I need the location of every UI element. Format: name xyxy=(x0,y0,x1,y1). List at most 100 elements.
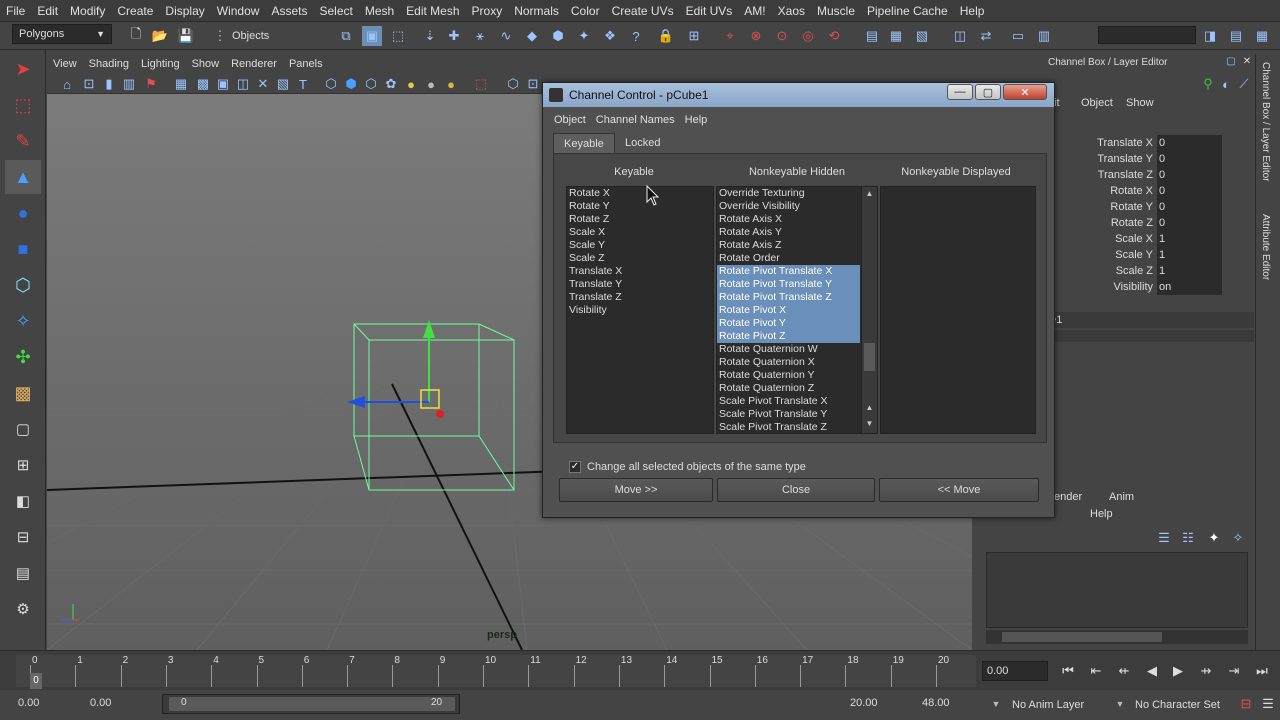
dialog-menu-channel-names[interactable]: Channel Names xyxy=(591,114,680,126)
list-item[interactable]: Scale X xyxy=(567,226,713,239)
anim-layer-label[interactable]: No Anim Layer xyxy=(1012,699,1084,711)
move-manipulator-x[interactable] xyxy=(436,410,444,418)
viewport-menu-show[interactable]: Show xyxy=(186,58,226,70)
list-item[interactable]: Translate Y xyxy=(567,278,713,291)
dialog-menu-object[interactable]: Object xyxy=(549,114,591,126)
time-ruler[interactable]: 0 1 2 3 4 5 6 7 8 9 10 11 12 13 14 15 16 17 18 19 20 0 xyxy=(16,655,976,689)
channel-value[interactable]: 0 xyxy=(1157,199,1222,215)
wireframe-icon[interactable]: ▦ xyxy=(171,74,191,94)
list-item[interactable]: Rotate X xyxy=(567,187,713,200)
channel-box-menu-object[interactable]: Object xyxy=(1081,97,1113,109)
tab-locked[interactable]: Locked xyxy=(615,133,670,153)
channel-value[interactable]: on xyxy=(1157,279,1222,295)
auto-key-icon[interactable]: ⊟ xyxy=(1236,694,1256,714)
hud-icon[interactable]: T xyxy=(293,74,313,94)
menu-help[interactable]: Help xyxy=(954,4,991,18)
channel-box-toggle-icon[interactable]: ▦ xyxy=(1252,26,1272,46)
layer-help-icon[interactable]: ✧ xyxy=(1228,528,1248,548)
range-slider[interactable]: 0 20 xyxy=(162,694,460,714)
channel-box-menu-show[interactable]: Show xyxy=(1126,97,1154,109)
layer-menu-help[interactable]: Help xyxy=(1090,508,1113,520)
wireframe-on-shaded-icon[interactable]: ▣ xyxy=(213,74,233,94)
camera-icon[interactable]: ⌂ xyxy=(57,74,77,94)
channel-row[interactable]: Translate Z0 xyxy=(1032,167,1222,183)
list-item[interactable]: Rotate Quaternion X xyxy=(717,356,860,369)
viewport-menu-shading[interactable]: Shading xyxy=(83,58,135,70)
shadows-icon[interactable]: ▧ xyxy=(273,74,293,94)
list-item[interactable]: Translate Z xyxy=(567,291,713,304)
snap-point-icon[interactable]: ⊗ xyxy=(746,26,766,46)
menu-modify[interactable]: Modify xyxy=(64,4,111,18)
viewport-menu-renderer[interactable]: Renderer xyxy=(225,58,283,70)
layer-icon[interactable]: ⟋ xyxy=(1234,74,1254,94)
menu-color[interactable]: Color xyxy=(565,4,606,18)
menuset-dropdown[interactable]: Polygons ▼ xyxy=(12,24,112,44)
new-layer-icon[interactable]: ☰ xyxy=(1154,528,1174,548)
menu-am-[interactable]: AM! xyxy=(738,4,771,18)
list-item[interactable]: Rotate Order xyxy=(717,252,860,265)
list-item[interactable]: Visibility xyxy=(567,304,713,317)
resolution-gate-icon[interactable]: ⬡ xyxy=(503,74,523,94)
play-forward-icon[interactable]: ▶ xyxy=(1168,661,1188,681)
list-item[interactable]: Rotate Z xyxy=(567,213,713,226)
channel-value[interactable]: 0 xyxy=(1157,183,1222,199)
current-frame-field[interactable]: 0.00 xyxy=(982,661,1048,681)
move-left-button[interactable]: << Move xyxy=(879,478,1039,502)
new-scene-icon[interactable]: 🗋 xyxy=(126,26,146,46)
channel-row[interactable]: Rotate X0 xyxy=(1032,183,1222,199)
chevron-down-icon[interactable]: ▼ xyxy=(986,694,1006,714)
quick-select-input[interactable] xyxy=(1098,26,1196,44)
list-item[interactable]: Rotate Pivot X xyxy=(717,304,860,317)
key-icon[interactable]: ⚲ xyxy=(1198,74,1218,94)
rotate-tool-icon[interactable]: ● xyxy=(5,196,41,230)
tab-attribute-editor[interactable]: Attribute Editor xyxy=(1260,214,1271,280)
lasso-tool-icon[interactable]: ⬚ xyxy=(5,88,41,122)
menu-display[interactable]: Display xyxy=(159,4,210,18)
tool-settings-icon[interactable]: ⚙ xyxy=(5,592,41,626)
deformation-icon[interactable]: ⬢ xyxy=(548,26,568,46)
default-light-icon[interactable]: ● xyxy=(401,74,421,94)
snap-curve-icon[interactable]: ⌖ xyxy=(720,26,740,46)
paint-select-tool-icon[interactable]: ✎ xyxy=(5,124,41,158)
new-layer-selected-icon[interactable]: ☷ xyxy=(1178,528,1198,548)
texture-icon[interactable]: ◫ xyxy=(233,74,253,94)
tab-render[interactable]: ender xyxy=(1054,491,1082,503)
attribute-icon[interactable]: ◐ xyxy=(1216,74,1236,94)
go-to-end-icon[interactable]: ⏭ xyxy=(1252,661,1272,681)
channel-value[interactable]: 0 xyxy=(1157,167,1222,183)
nonkeyable-displayed-list[interactable] xyxy=(880,186,1036,434)
dynamics-icon[interactable]: ✦ xyxy=(574,26,594,46)
list-item[interactable]: Override Texturing xyxy=(717,187,860,200)
scroll-up-icon[interactable]: ▲ xyxy=(864,189,875,199)
step-forward-key-icon[interactable]: ⇸ xyxy=(1196,661,1216,681)
menu-create-uvs[interactable]: Create UVs xyxy=(606,4,680,18)
perspective-graph-layout-icon[interactable]: ⊟ xyxy=(5,520,41,554)
list-item[interactable]: Rotate Quaternion Y xyxy=(717,369,860,382)
menu-xaos[interactable]: Xaos xyxy=(772,4,811,18)
channel-row[interactable]: Translate Y0 xyxy=(1032,151,1222,167)
menu-muscle[interactable]: Muscle xyxy=(811,4,861,18)
xray-joints-icon[interactable]: ⬡ xyxy=(361,74,381,94)
bookmark-icon[interactable]: ▮ xyxy=(99,74,119,94)
material-ball-icon[interactable]: ● xyxy=(421,74,441,94)
channel-value[interactable]: 0 xyxy=(1157,135,1222,151)
list-item[interactable]: Rotate Axis Z xyxy=(717,239,860,252)
ipr-render-icon[interactable]: ▦ xyxy=(886,26,906,46)
image-plane-icon[interactable]: ▥ xyxy=(119,74,139,94)
menu-file[interactable]: File xyxy=(0,4,31,18)
render-view-icon[interactable]: ▭ xyxy=(1008,26,1028,46)
time-slider[interactable]: 0 1 2 3 4 5 6 7 8 9 10 11 12 13 14 15 16 17 18 19 20 0 0.00 … xyxy=(0,650,1280,690)
play-backward-icon[interactable]: ◀ xyxy=(1142,661,1162,681)
channel-row[interactable]: Rotate Z0 xyxy=(1032,215,1222,231)
hypershade-icon[interactable]: ◫ xyxy=(950,26,970,46)
move-arrow-z[interactable] xyxy=(347,396,365,408)
current-frame-marker[interactable]: 0 xyxy=(30,673,42,689)
attribute-editor-toggle-icon[interactable]: ▤ xyxy=(1226,26,1246,46)
list-item[interactable]: Rotate Pivot Z xyxy=(717,330,860,343)
menu-proxy[interactable]: Proxy xyxy=(466,4,509,18)
close-icon[interactable]: ✕ xyxy=(1240,54,1254,68)
select-by-component-icon[interactable]: ⬚ xyxy=(388,26,408,46)
list-item[interactable]: Scale Y xyxy=(567,239,713,252)
character-set-label[interactable]: No Character Set xyxy=(1135,699,1220,711)
select-by-object-icon[interactable]: ▣ xyxy=(362,26,382,46)
